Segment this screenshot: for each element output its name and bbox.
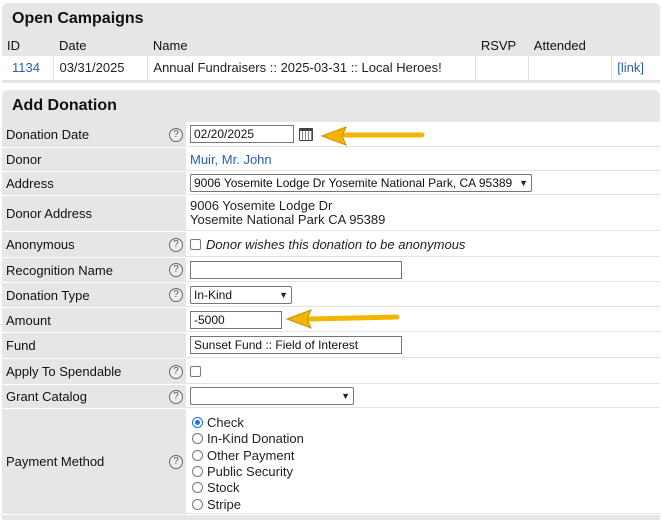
- col-date: Date: [53, 34, 148, 56]
- payment-option-other[interactable]: Other Payment: [192, 448, 294, 464]
- help-icon[interactable]: ?: [169, 237, 183, 252]
- donation-date-input[interactable]: [190, 125, 294, 143]
- row-grant-catalog: Grant Catalog ? ▼: [2, 385, 660, 409]
- payment-method-label: Payment Method: [6, 454, 105, 469]
- grant-catalog-label: Grant Catalog: [6, 389, 87, 404]
- donor-address-label: Donor Address: [6, 206, 92, 221]
- payment-option-stripe[interactable]: Stripe: [192, 497, 241, 513]
- radio-button[interactable]: [192, 449, 203, 461]
- open-campaigns-title: Open Campaigns: [12, 10, 144, 27]
- row-donation-type: Donation Type ? In-Kind ▼: [2, 283, 660, 308]
- row-recognition-name: Recognition Name ?: [2, 258, 660, 283]
- add-donation-title: Add Donation: [12, 97, 117, 114]
- anonymous-checkbox[interactable]: [190, 238, 201, 250]
- amount-input[interactable]: [190, 310, 282, 329]
- add-donation-panel: Add Donation Donation Date ? Donor Muir,…: [2, 90, 660, 520]
- donor-address-line2: Yosemite National Park CA 95389: [190, 212, 386, 227]
- col-id: ID: [2, 34, 54, 56]
- help-icon[interactable]: ?: [169, 454, 183, 469]
- campaigns-table: ID Date Name RSVP Attended 1134 03/31/20…: [2, 34, 660, 81]
- donation-type-label: Donation Type: [6, 287, 90, 303]
- annotation-arrow-date: [320, 126, 425, 146]
- radio-button[interactable]: [192, 465, 203, 477]
- radio-button[interactable]: [192, 498, 203, 510]
- donor-label: Donor: [6, 152, 42, 167]
- campaign-rsvp: [475, 56, 530, 81]
- anonymous-checkbox-label: Donor wishes this donation to be anonymo…: [206, 236, 466, 252]
- row-donor: Donor Muir, Mr. John: [2, 148, 660, 172]
- calendar-icon[interactable]: [299, 127, 313, 141]
- recognition-name-label: Recognition Name: [6, 262, 113, 278]
- fund-label: Fund: [6, 338, 36, 353]
- donation-type-value: In-Kind: [194, 287, 233, 302]
- open-campaigns-panel: Open Campaigns ID Date Name RSVP Attende…: [2, 3, 660, 83]
- campaign-date: 03/31/2025: [53, 56, 149, 81]
- recognition-name-input[interactable]: [190, 260, 402, 279]
- chevron-down-icon: ▼: [279, 289, 288, 300]
- col-name: Name: [147, 34, 476, 56]
- help-icon[interactable]: ?: [169, 263, 183, 277]
- row-apply-to-spendable: Apply To Spendable ?: [2, 359, 660, 385]
- donation-date-label: Donation Date: [6, 127, 90, 142]
- help-icon[interactable]: ?: [169, 364, 183, 379]
- donation-type-select[interactable]: In-Kind ▼: [190, 285, 292, 304]
- row-fund: Fund: [2, 333, 660, 359]
- apply-to-spendable-label: Apply To Spendable: [6, 364, 122, 379]
- fund-input[interactable]: [190, 336, 402, 354]
- donor-link[interactable]: Muir, Mr. John: [190, 152, 272, 167]
- table-row: 1134 03/31/2025 Annual Fundraisers :: 20…: [2, 56, 660, 81]
- help-icon[interactable]: ?: [169, 127, 183, 142]
- address-label: Address: [6, 176, 54, 191]
- grant-catalog-select[interactable]: ▼: [190, 387, 354, 405]
- amount-label: Amount: [6, 312, 51, 328]
- address-select-value: 9006 Yosemite Lodge Dr Yosemite National…: [194, 176, 513, 190]
- row-donor-address: Donor Address 9006 Yosemite Lodge Dr Yos…: [2, 196, 660, 232]
- radio-button[interactable]: [192, 482, 203, 494]
- anonymous-label: Anonymous: [6, 237, 75, 252]
- payment-option-in-kind[interactable]: In-Kind Donation: [192, 431, 304, 447]
- apply-to-spendable-checkbox[interactable]: [190, 365, 201, 377]
- payment-option-public-security[interactable]: Public Security: [192, 464, 293, 480]
- col-attended: Attended: [528, 34, 612, 56]
- payment-option-stock[interactable]: Stock: [192, 480, 240, 496]
- campaign-id-link[interactable]: 1134: [12, 60, 40, 75]
- annotation-arrow-amount: [285, 309, 400, 329]
- donor-address-line1: 9006 Yosemite Lodge Dr: [190, 198, 333, 213]
- campaign-attended: [528, 56, 613, 81]
- address-select[interactable]: 9006 Yosemite Lodge Dr Yosemite National…: [190, 174, 532, 192]
- chevron-down-icon: ▼: [341, 391, 350, 401]
- help-icon[interactable]: ?: [169, 389, 183, 404]
- col-rsvp: RSVP: [475, 34, 529, 56]
- campaign-link[interactable]: [link]: [617, 60, 644, 75]
- campaign-name: Annual Fundraisers :: 2025-03-31 :: Loca…: [147, 56, 477, 81]
- col-link: [611, 34, 660, 56]
- row-address: Address 9006 Yosemite Lodge Dr Yosemite …: [2, 172, 660, 196]
- row-payment-method: Payment Method ? Check In-Kind Donation …: [2, 409, 660, 515]
- radio-button[interactable]: [192, 433, 203, 445]
- radio-button[interactable]: [192, 417, 203, 428]
- help-icon[interactable]: ?: [169, 288, 183, 302]
- payment-option-check[interactable]: Check: [192, 415, 244, 431]
- chevron-down-icon: ▼: [519, 178, 528, 188]
- row-anonymous: Anonymous ? Donor wishes this donation t…: [2, 232, 660, 258]
